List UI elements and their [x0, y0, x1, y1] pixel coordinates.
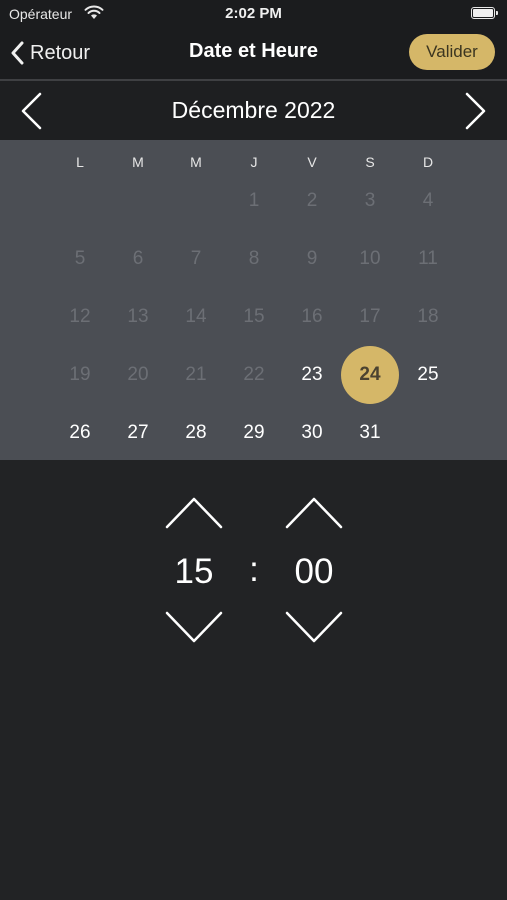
battery-icon — [471, 7, 498, 19]
status-time: 2:02 PM — [225, 5, 282, 22]
calendar-day-label: 22 — [243, 364, 265, 385]
calendar-day-label: 13 — [127, 306, 149, 327]
calendar-day-label: 6 — [132, 248, 144, 269]
calendar-day-label: 7 — [190, 248, 202, 269]
calendar-day-label: 26 — [69, 422, 91, 443]
calendar-day: 11 — [399, 230, 457, 288]
calendar-day-label: 21 — [185, 364, 207, 385]
calendar-day-label: 20 — [127, 364, 149, 385]
calendar-day: 7 — [167, 230, 225, 288]
calendar-grid: L M M J V S D 1 2 3 4 5 6 7 8 9 10 11 12 13 14 15 16 17 18 19 20 21… — [0, 140, 507, 460]
calendar-day[interactable]: 31 — [341, 404, 399, 462]
calendar-day: 1 — [225, 172, 283, 230]
calendar-day-label: 17 — [359, 306, 381, 327]
weekday-header: D — [422, 154, 434, 170]
calendar-day-label: 4 — [422, 190, 434, 211]
status-bar: Opérateur 2:02 PM — [0, 0, 507, 26]
month-header: Décembre 2022 — [0, 81, 507, 140]
weekday-header: M — [132, 154, 144, 170]
calendar-day-label: 28 — [185, 422, 207, 443]
calendar-day[interactable]: 25 — [399, 346, 457, 404]
calendar-day-label: 29 — [243, 422, 265, 443]
calendar-day-label: 1 — [248, 190, 260, 211]
calendar-day: 19 — [51, 346, 109, 404]
minute-up-arrow-icon[interactable] — [285, 496, 343, 530]
weekday-header: V — [307, 154, 317, 170]
calendar-day: 15 — [225, 288, 283, 346]
time-separator: : — [249, 550, 259, 589]
calendar-day: 14 — [167, 288, 225, 346]
calendar-day: 18 — [399, 288, 457, 346]
weekday-header: S — [365, 154, 375, 170]
calendar-day: 17 — [341, 288, 399, 346]
calendar-day-label: 10 — [359, 248, 381, 269]
calendar-day: 5 — [51, 230, 109, 288]
hour-down-arrow-icon[interactable] — [165, 610, 223, 644]
calendar-day-label: 2 — [306, 190, 318, 211]
calendar-day[interactable]: 28 — [167, 404, 225, 462]
minute-down-arrow-icon[interactable] — [285, 610, 343, 644]
calendar-day: 16 — [283, 288, 341, 346]
calendar-day-label: 15 — [243, 306, 265, 327]
calendar-day: 21 — [167, 346, 225, 404]
weekday-header: M — [190, 154, 202, 170]
month-title: Décembre 2022 — [171, 97, 336, 123]
calendar-day-label: 27 — [127, 422, 149, 443]
calendar-day: 20 — [109, 346, 167, 404]
calendar-day-label: 30 — [301, 422, 323, 443]
calendar-day-selected[interactable]: 24 — [341, 346, 399, 404]
calendar-day-label: 16 — [301, 306, 323, 327]
hour-up-arrow-icon[interactable] — [165, 496, 223, 530]
next-month-button[interactable] — [463, 91, 489, 136]
calendar-day: 9 — [283, 230, 341, 288]
calendar-day[interactable]: 26 — [51, 404, 109, 462]
calendar-day: 10 — [341, 230, 399, 288]
calendar-day-label: 11 — [418, 248, 438, 269]
calendar-day-label: 9 — [306, 248, 318, 269]
calendar-day: 6 — [109, 230, 167, 288]
calendar-day: 13 — [109, 288, 167, 346]
calendar-day[interactable]: 30 — [283, 404, 341, 462]
calendar-day-label: 12 — [69, 306, 91, 327]
calendar-day: 8 — [225, 230, 283, 288]
minutes-value: 00 — [294, 552, 334, 591]
calendar-day-label: 8 — [248, 248, 260, 269]
calendar-day[interactable]: 27 — [109, 404, 167, 462]
calendar-day-label: 24 — [359, 364, 381, 385]
calendar-day: 4 — [399, 172, 457, 230]
calendar-day-label: 31 — [359, 422, 381, 443]
navigation-bar: Retour Date et Heure Valider — [0, 26, 507, 79]
calendar-day-label: 14 — [185, 306, 207, 327]
valider-button[interactable]: Valider — [409, 34, 495, 70]
weekday-header: J — [250, 154, 258, 170]
calendar-day[interactable]: 29 — [225, 404, 283, 462]
calendar-day: 3 — [341, 172, 399, 230]
chevron-right-icon — [465, 92, 486, 130]
time-picker: 15 : 00 — [0, 460, 507, 660]
calendar-day-label: 18 — [417, 306, 439, 327]
calendar-day: 2 — [283, 172, 341, 230]
calendar-day-label: 3 — [364, 190, 376, 211]
calendar-day-label: 5 — [74, 248, 86, 269]
calendar-day: 22 — [225, 346, 283, 404]
calendar-day: 12 — [51, 288, 109, 346]
calendar-day-label: 25 — [417, 364, 439, 385]
weekday-header: L — [76, 154, 84, 170]
calendar-day-label: 19 — [69, 364, 91, 385]
hours-value: 15 — [174, 552, 214, 591]
calendar-day-label: 23 — [301, 364, 323, 385]
calendar-day[interactable]: 23 — [283, 346, 341, 404]
